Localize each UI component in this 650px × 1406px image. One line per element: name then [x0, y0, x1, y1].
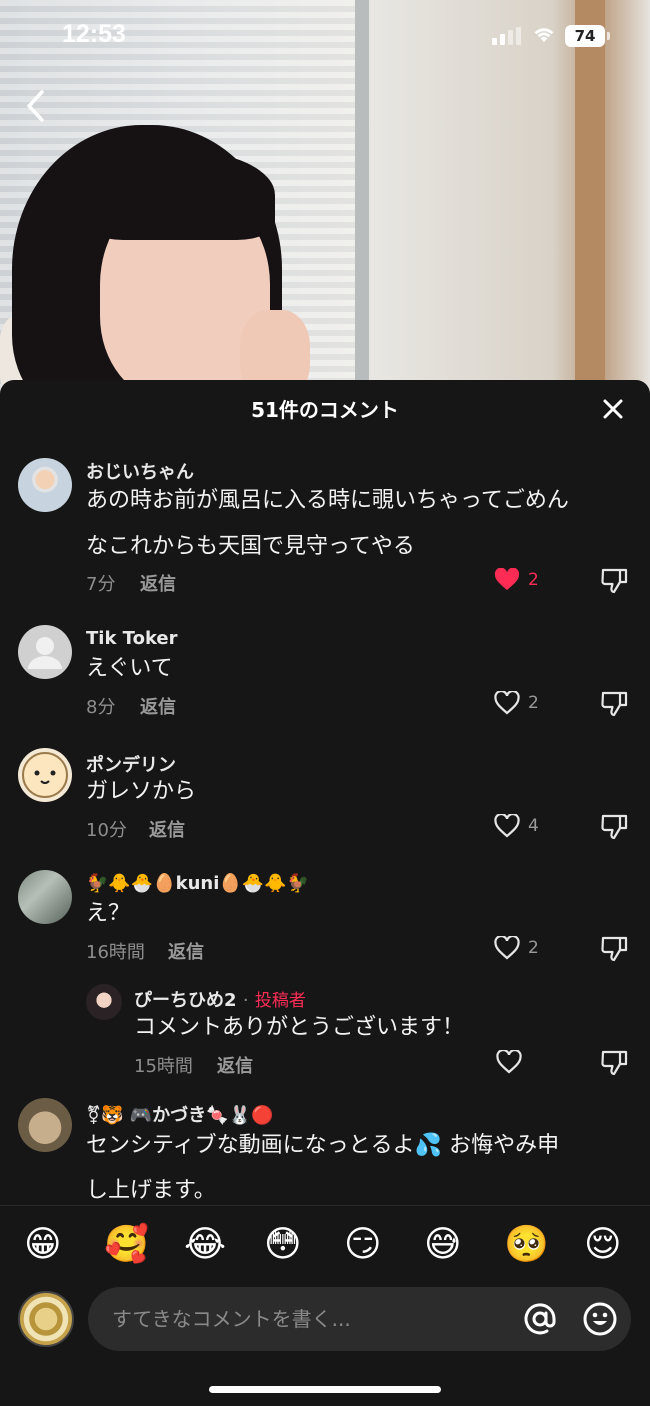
reply-button[interactable]: 返信 [140, 693, 176, 719]
comment-item: 🐓🐥🐣🥚kuni🥚🐣🐥🐓 え？ 16時間 返信 2 [0, 870, 650, 970]
avatar[interactable] [18, 870, 72, 924]
battery-indicator: 74 [565, 25, 610, 47]
like-count: 2 [528, 693, 539, 713]
comment-time: 8分 [86, 697, 116, 718]
cellular-signal-icon [492, 27, 521, 45]
emoji-smiling-hearts[interactable]: 🥰 [104, 1224, 149, 1266]
home-indicator [209, 1386, 441, 1393]
emoji-relieved[interactable]: 😌 [584, 1224, 622, 1266]
like-button[interactable]: 2 [494, 936, 539, 960]
like-count: 2 [528, 570, 539, 590]
comment-time: 7分 [86, 574, 116, 595]
comment-text-line: あの時お前が風呂に入る時に覗いちゃってごめん [86, 488, 569, 513]
reply-item: ぴーちひめ2 · 投稿者 コメントありがとうございます！ 15時間 返信 [0, 984, 650, 1084]
avatar[interactable] [18, 458, 72, 512]
my-avatar[interactable] [18, 1291, 74, 1347]
avatar[interactable] [18, 748, 72, 802]
mention-icon[interactable] [522, 1301, 558, 1337]
heart-filled-icon [494, 568, 520, 590]
emoji-flushed[interactable]: 😳 [264, 1224, 302, 1266]
dislike-icon[interactable] [600, 814, 628, 840]
reply-button[interactable]: 返信 [168, 938, 204, 964]
avatar[interactable] [18, 625, 72, 679]
person-bangs [85, 150, 275, 240]
comment-text-line: ガレソから [86, 779, 197, 804]
status-time: 12:53 [62, 20, 126, 48]
comment-item: おじいちゃん あの時お前が風呂に入る時に覗いちゃってごめん なこれからも天国で見… [0, 455, 650, 605]
comment-time: 16時間 [86, 942, 145, 963]
comment-text-line: し上げます。 [86, 1178, 216, 1203]
dislike-icon[interactable] [600, 691, 628, 717]
emoji-pleading[interactable]: 🥺 [504, 1224, 549, 1266]
like-button[interactable]: 2 [494, 568, 539, 592]
emoji-quick-bar: 😁 🥰 😂 😳 😏 😅 🥺 😌 [0, 1205, 650, 1285]
heart-outline-icon [494, 814, 520, 838]
like-button[interactable] [496, 1050, 522, 1074]
heart-outline-icon [494, 691, 520, 715]
status-bar: 12:53 74 [0, 0, 650, 70]
comment-item: ⚧🐯 🎮かづき🍬🐰🔴 センシティブな動画になっとるよ💦 お悔やみ申 し上げます。 [0, 1098, 650, 1205]
avatar[interactable] [18, 1098, 72, 1152]
heart-outline-icon [496, 1050, 522, 1074]
reply-button[interactable]: 返信 [217, 1052, 253, 1078]
comment-text-line: センシティブな動画になっとるよ💦 お悔やみ申 [86, 1133, 560, 1158]
comment-input-box[interactable] [88, 1287, 631, 1351]
comment-input-row [0, 1285, 650, 1355]
like-count: 4 [528, 816, 539, 836]
emoji-picker-icon[interactable] [582, 1301, 618, 1337]
comment-text-line: なこれからも天国で見守ってやる [86, 534, 415, 559]
comment-item: Tik Toker えぐいて 8分 返信 2 [0, 625, 650, 725]
comment-time: 10分 [86, 820, 127, 841]
default-avatar-icon [28, 637, 62, 669]
panel-header: 51件のコメント [0, 380, 650, 436]
comment-input[interactable] [112, 1287, 512, 1351]
emoji-smirk[interactable]: 😏 [344, 1224, 382, 1266]
emoji-sweat-smile[interactable]: 😅 [424, 1224, 462, 1266]
like-button[interactable]: 2 [494, 691, 539, 715]
wifi-icon [534, 28, 554, 42]
reply-button[interactable]: 返信 [149, 816, 185, 842]
like-button[interactable]: 4 [494, 814, 539, 838]
emoji-grin[interactable]: 😁 [24, 1224, 62, 1266]
comment-item: ポンデリン ガレソから 10分 返信 4 [0, 748, 650, 848]
dislike-icon[interactable] [600, 568, 628, 594]
dislike-icon[interactable] [600, 1050, 628, 1076]
emoji-tears-of-joy[interactable]: 😂 [184, 1224, 226, 1266]
comment-text-line: えぐいて [86, 656, 173, 681]
close-icon[interactable] [602, 398, 624, 420]
like-count: 2 [528, 938, 539, 958]
comment-time: 15時間 [134, 1056, 193, 1077]
heart-outline-icon [494, 936, 520, 960]
comment-text-line: コメントありがとうございます！ [134, 1015, 465, 1040]
ponderin-face-icon [22, 752, 68, 798]
comment-text-line: え？ [86, 901, 131, 926]
comments-count-title: 51件のコメント [251, 398, 399, 422]
dislike-icon[interactable] [600, 936, 628, 962]
reply-button[interactable]: 返信 [140, 570, 176, 596]
back-arrow-icon[interactable] [22, 88, 52, 124]
avatar[interactable] [86, 984, 122, 1020]
